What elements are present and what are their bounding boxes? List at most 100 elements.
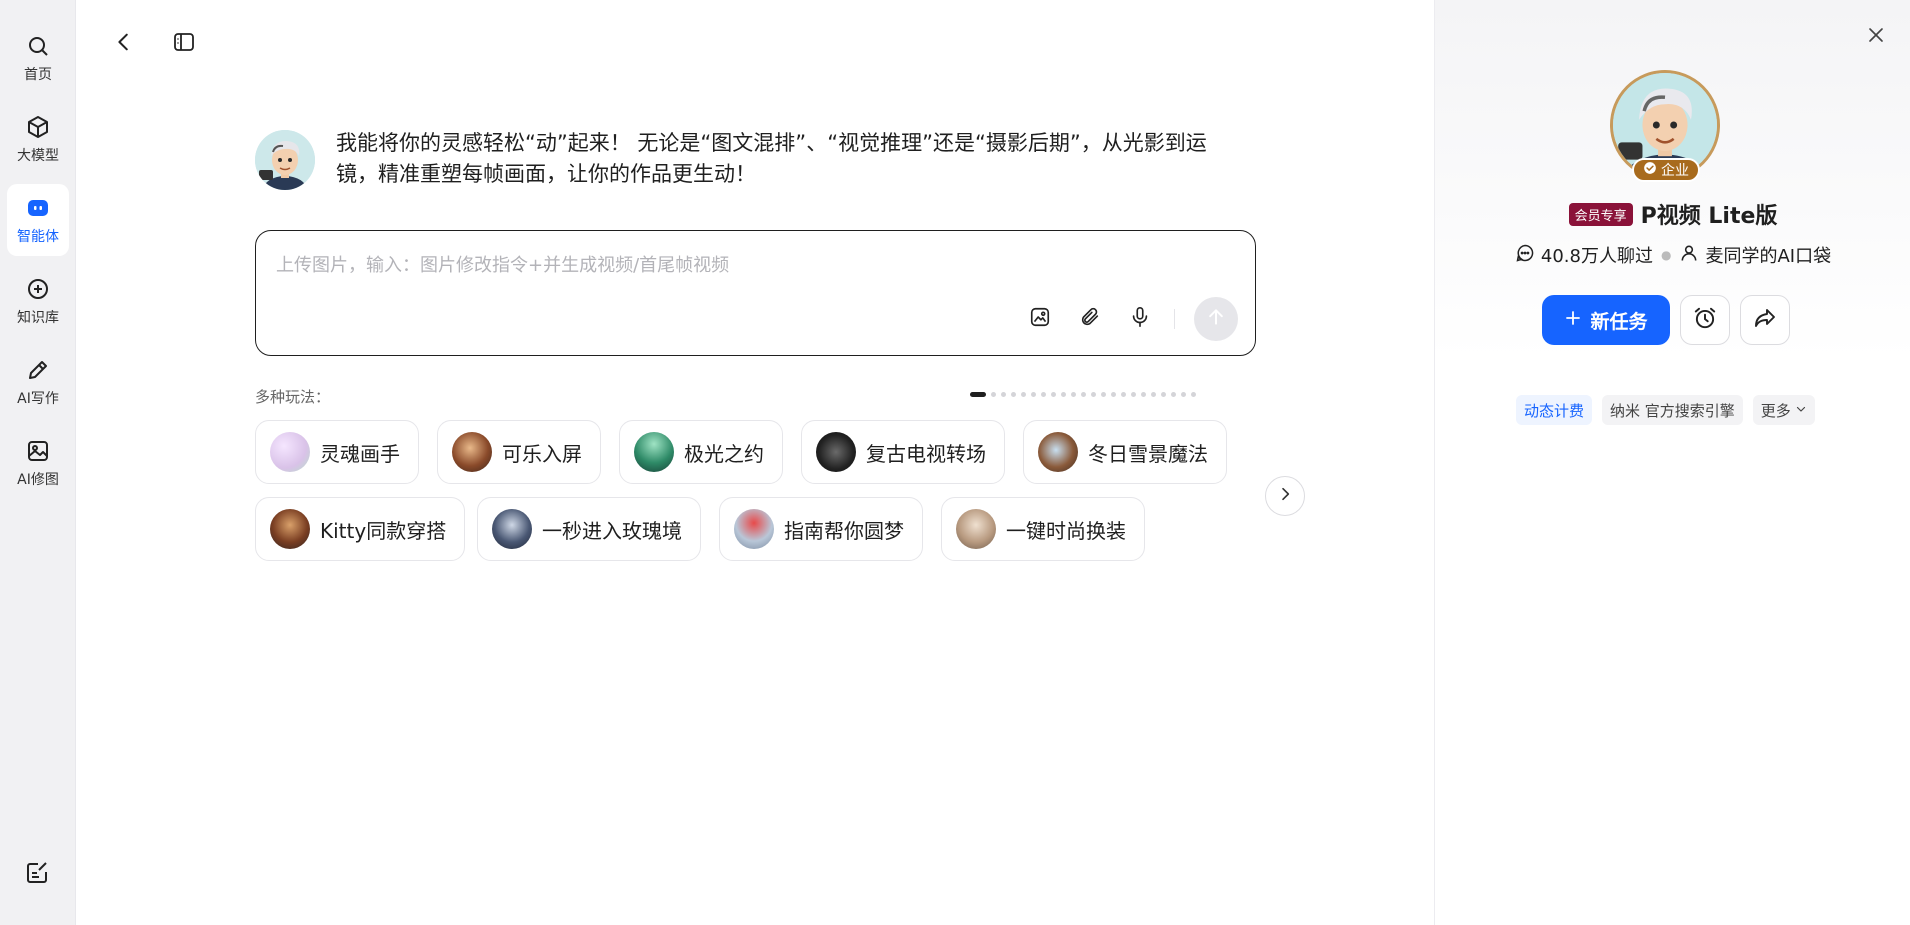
chip-thumbnail <box>634 432 674 472</box>
chip-thumbnail <box>956 509 996 549</box>
pagination-dot[interactable] <box>1011 392 1016 397</box>
user-icon <box>1679 243 1699 268</box>
nav-item-label: 首页 <box>24 66 52 83</box>
mode-chip[interactable]: 极光之约 <box>619 420 783 484</box>
agent-icon <box>25 195 51 221</box>
chip-label: 复古电视转场 <box>866 441 986 466</box>
pagination-dot[interactable] <box>1141 392 1146 397</box>
pagination-dot[interactable] <box>1061 392 1066 397</box>
nav-item-label: 知识库 <box>17 309 59 326</box>
enterprise-badge: 企业 <box>1632 158 1700 182</box>
nav-item-ai-retouch[interactable]: AI修图 <box>7 427 69 499</box>
close-icon <box>1867 26 1885 48</box>
notes-button[interactable] <box>22 860 52 890</box>
pagination-dot[interactable] <box>1091 392 1096 397</box>
intro-line-1: 我能将你的灵感轻松“动”起来！ 无论是“图文混排”、“视觉推理”还是“摄影后期”… <box>336 131 1207 155</box>
pagination-dot[interactable] <box>1191 392 1196 397</box>
pagination-dot[interactable] <box>1111 392 1116 397</box>
share-button[interactable] <box>1740 295 1790 345</box>
pagination-dot[interactable] <box>1051 392 1056 397</box>
chat-bubble-icon <box>1515 243 1535 268</box>
pagination-dot[interactable] <box>1161 392 1166 397</box>
pagination-dot[interactable] <box>1081 392 1086 397</box>
modes-label: 多种玩法： <box>255 388 331 406</box>
mode-chip[interactable]: 一键时尚换装 <box>941 497 1145 561</box>
nav-item-agents[interactable]: 智能体 <box>7 184 69 256</box>
toolbar-divider <box>1174 309 1175 329</box>
intro-line-2: 镜，精准重塑每帧画面，让你的作品更生动！ <box>336 162 756 186</box>
notes-icon <box>25 861 49 889</box>
knowledge-icon <box>25 276 51 302</box>
agent-author[interactable]: 麦同学的AI口袋 <box>1679 242 1831 268</box>
agent-avatar <box>255 130 315 190</box>
enterprise-badge-label: 企业 <box>1661 163 1689 179</box>
pagination-dot[interactable] <box>1151 392 1156 397</box>
pagination-dot[interactable] <box>1121 392 1126 397</box>
schedule-button[interactable] <box>1680 295 1730 345</box>
tag-search-engine[interactable]: 纳米 官方搜索引擎 <box>1602 395 1743 425</box>
chat-count-text: 40.8万人聊过 <box>1540 246 1653 267</box>
stats-separator: ● <box>1660 248 1672 262</box>
arrow-up-icon <box>1206 307 1226 331</box>
share-icon <box>1753 306 1777 334</box>
pagination-dot[interactable] <box>1131 392 1136 397</box>
pagination-dot[interactable] <box>1001 392 1006 397</box>
nav-item-label: 大模型 <box>17 147 59 164</box>
mode-chip[interactable]: 指南帮你圆梦 <box>719 497 923 561</box>
pagination-dot[interactable] <box>1101 392 1106 397</box>
nav-item-knowledge[interactable]: 知识库 <box>7 265 69 337</box>
image-upload-icon <box>1029 306 1051 332</box>
chip-label: 冬日雪景魔法 <box>1088 441 1208 466</box>
agent-stats: 40.8万人聊过 ● 麦同学的AI口袋 <box>1435 242 1910 268</box>
left-nav-rail: 首页 大模型 智能体 知识库 AI写作 AI修图 <box>0 0 76 925</box>
mode-chip[interactable]: 一秒进入玫瑰境 <box>477 497 701 561</box>
chip-label: 一键时尚换装 <box>1006 518 1126 543</box>
chevron-left-icon <box>113 31 135 57</box>
author-name: 麦同学的AI口袋 <box>1705 246 1832 267</box>
microphone-icon <box>1129 306 1151 332</box>
pagination-dot[interactable] <box>1021 392 1026 397</box>
mode-chip[interactable]: Kitty同款穿搭 <box>255 497 466 561</box>
new-task-button[interactable]: 新任务 <box>1542 295 1670 345</box>
chip-label: 一秒进入玫瑰境 <box>542 518 682 543</box>
prompt-input[interactable] <box>276 251 1176 287</box>
pagination-dot[interactable] <box>991 392 996 397</box>
mode-chip[interactable]: 复古电视转场 <box>801 420 1005 484</box>
mode-chip[interactable]: 灵魂画手 <box>255 420 419 484</box>
mode-chip[interactable]: 可乐入屏 <box>437 420 601 484</box>
nav-item-models[interactable]: 大模型 <box>7 103 69 175</box>
upload-image-button[interactable] <box>1022 301 1058 337</box>
agent-tags: 动态计费 纳米 官方搜索引擎 更多 <box>1516 395 1815 425</box>
plus-icon <box>1564 309 1582 332</box>
close-panel-button[interactable] <box>1861 22 1891 52</box>
mode-chip[interactable]: 冬日雪景魔法 <box>1023 420 1227 484</box>
tag-dynamic-billing[interactable]: 动态计费 <box>1516 395 1593 425</box>
agent-title-row: 会员专享 P视频 Lite版 <box>1435 198 1910 230</box>
pagination-dot[interactable] <box>1071 392 1076 397</box>
pen-icon <box>25 357 51 383</box>
chip-label: Kitty同款穿搭 <box>320 518 447 543</box>
chip-thumbnail <box>816 432 856 472</box>
agent-title: P视频 Lite版 <box>1640 204 1778 229</box>
nav-item-home[interactable]: 首页 <box>7 22 69 94</box>
pagination-dot[interactable] <box>1181 392 1186 397</box>
send-button[interactable] <box>1194 297 1238 341</box>
intro-message: 我能将你的灵感轻松“动”起来！ 无论是“图文混排”、“视觉推理”还是“摄影后期”… <box>336 128 1256 190</box>
chip-label: 极光之约 <box>684 441 764 466</box>
back-button[interactable] <box>108 28 140 60</box>
prompt-box <box>255 230 1256 356</box>
nav-item-ai-writing[interactable]: AI写作 <box>7 346 69 418</box>
voice-input-button[interactable] <box>1122 301 1158 337</box>
tags-more-button[interactable]: 更多 <box>1752 395 1815 425</box>
pagination-dot[interactable] <box>1041 392 1046 397</box>
modes-next-button[interactable] <box>1265 476 1305 516</box>
pagination-dot[interactable] <box>1171 392 1176 397</box>
toggle-sidebar-button[interactable] <box>168 28 200 60</box>
chip-label: 指南帮你圆梦 <box>784 518 904 543</box>
pagination-dot[interactable] <box>970 392 986 397</box>
attach-file-button[interactable] <box>1072 301 1108 337</box>
chip-thumbnail <box>452 432 492 472</box>
new-task-label: 新任务 <box>1590 310 1648 333</box>
chip-thumbnail <box>270 509 310 549</box>
pagination-dot[interactable] <box>1031 392 1036 397</box>
